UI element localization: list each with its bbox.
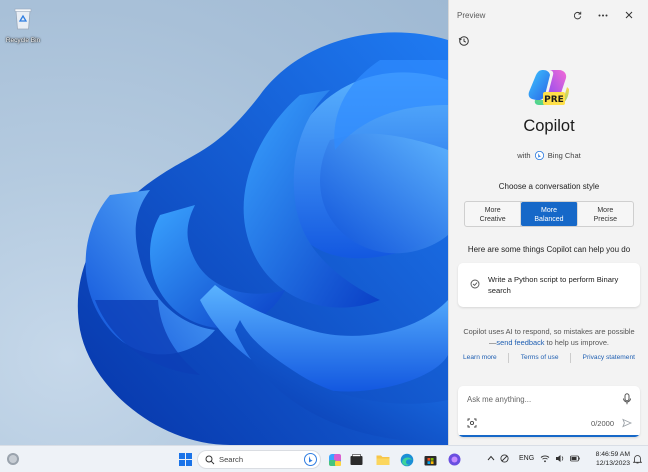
copilot-taskbar-icon [328,453,341,466]
style-precise-button[interactable]: More Precise [578,202,633,226]
suggestion-card[interactable]: Write a Python script to perform Binary … [458,263,640,307]
copilot-logo-icon: PRE [528,70,569,105]
tray-location[interactable] [500,454,509,465]
microphone-icon[interactable] [622,393,632,405]
recycle-bin-icon [14,8,32,30]
conversation-style-heading: Choose a conversation style [498,182,600,191]
windows-bloom-wallpaper [77,32,448,445]
taskbar-file-explorer[interactable] [374,451,391,468]
learn-more-link[interactable]: Learn more [463,354,497,363]
tray-network[interactable] [540,454,550,465]
taskbar-search-placeholder: Search [219,455,244,464]
more-dots-icon [598,14,608,16]
windows-start-icon [179,453,192,466]
with-prefix: with [517,151,531,160]
with-bing-chat: with Bing Chat [449,151,648,160]
search-icon [205,455,215,465]
screenshot-scan-icon[interactable] [467,418,477,428]
weather-widget-icon[interactable] [5,451,21,467]
taskbar-copilot-app[interactable] [446,451,463,468]
pane-title: Preview [457,10,486,20]
logo-badge: PRE [544,95,564,105]
refresh-icon [573,11,581,19]
tray-battery[interactable] [570,454,580,465]
link-divider [570,353,572,363]
close-pane-button[interactable] [618,4,640,26]
history-icon[interactable] [458,35,470,47]
bell-icon [632,455,643,464]
taskbar-edge[interactable] [398,451,415,468]
terms-of-use-link[interactable]: Terms of use [521,354,559,363]
bing-chat-search-icon[interactable] [304,453,317,466]
desktop-wallpaper: Recycle Bin [0,0,448,445]
taskbar-task-view[interactable] [348,451,365,468]
close-icon [625,11,633,19]
style-balanced-line2: Balanced [534,216,564,223]
clock-time: 8:46:59 AM [595,451,630,458]
pane-header: Preview [449,0,648,30]
taskbar-copilot[interactable] [326,451,343,468]
chat-input-box[interactable]: Ask me anything... 0/2000 [458,386,640,437]
send-feedback-link[interactable]: send feedback [496,338,544,347]
tray-language[interactable]: ENG [519,455,534,462]
volume-icon [556,455,564,462]
style-balanced-button[interactable]: More Balanced [521,202,578,226]
tray-volume[interactable] [555,454,565,465]
taskbar-store[interactable] [422,451,439,468]
with-product: Bing Chat [547,151,581,160]
battery-icon [570,455,580,462]
privacy-statement-link[interactable]: Privacy statement [583,354,635,363]
recycle-bin-shortcut[interactable]: Recycle Bin [4,6,42,44]
more-options-button[interactable] [592,4,614,26]
copilot-app-icon [448,453,461,466]
recycle-bin-label: Recycle Bin [5,37,41,44]
copilot-logo: PRE [527,67,571,109]
suggestion-text: Write a Python script to perform Binary … [488,275,619,295]
disclaimer-text-end: to help us improve. [544,338,609,347]
ai-disclaimer: Copilot uses AI to respond, so mistakes … [463,326,635,348]
task-view-icon [350,453,363,465]
style-creative-line2: Creative [479,216,506,223]
style-creative-line1: More [484,207,501,214]
copilot-title: Copilot [523,117,575,135]
chat-suggestion-icon [470,279,480,289]
wifi-icon [540,455,550,463]
folder-icon [376,455,389,465]
footer-links: Learn more Terms of use Privacy statemen… [463,353,635,363]
location-icon [500,454,509,463]
taskbar-clock[interactable]: 8:46:59 AM 12/13/2023 [584,450,630,468]
chat-input-placeholder[interactable]: Ask me anything... [467,395,531,404]
clock-date: 12/13/2023 [595,460,630,467]
notifications-button[interactable] [632,454,643,466]
style-balanced-line1: More [541,207,557,214]
edge-browser-icon [400,453,413,466]
input-focus-bar [458,435,640,437]
style-precise-line2: Precise [593,216,617,223]
store-icon [424,456,437,466]
help-heading: Here are some things Copilot can help yo… [467,245,631,254]
link-divider [508,353,510,363]
chevron-up-icon [487,455,495,461]
taskbar: Search ENG 8:46:59 AM 12/13/2023 [0,445,648,472]
send-icon[interactable] [622,418,632,428]
taskbar-search-box[interactable]: Search [197,450,321,469]
style-creative-button[interactable]: More Creative [465,202,522,226]
conversation-style-selector: More Creative More Balanced More Precise [464,201,634,227]
start-button[interactable] [177,451,194,468]
character-count: 0/2000 [591,419,614,428]
style-precise-line1: More [597,207,614,214]
bing-icon [534,151,544,160]
refresh-button[interactable] [566,4,588,26]
tray-overflow-chevron[interactable] [487,455,495,463]
copilot-pane: Preview PRE Copilot with Bing Chat Choos… [448,0,648,445]
